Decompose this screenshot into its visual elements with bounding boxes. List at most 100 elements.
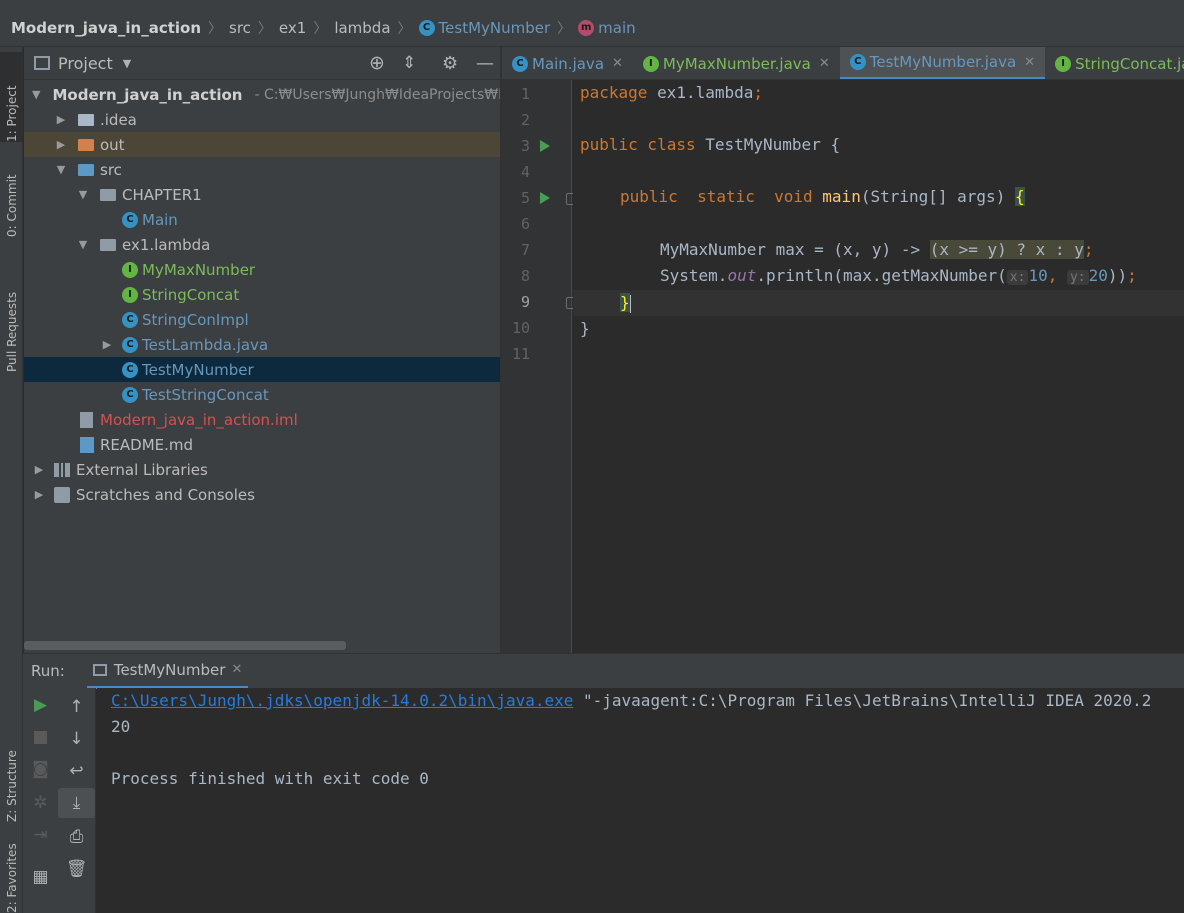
minimize-icon[interactable]: — — [476, 53, 494, 74]
tree-item-label: Main — [142, 210, 178, 229]
project-view-selector[interactable]: Project — [58, 54, 113, 73]
chevron-right-icon[interactable]: ▶ — [32, 463, 46, 476]
soft-wrap-icon[interactable]: ↩ — [58, 756, 95, 786]
line-number: 4 — [520, 163, 530, 181]
tree-item-root[interactable]: ▼ Modern_java_in_action - C:₩Users₩Jungh… — [24, 82, 501, 107]
runnable-class-icon: C — [122, 361, 138, 378]
line-number: 5 — [520, 189, 530, 207]
tree-item-label: StringConImpl — [142, 310, 249, 329]
module-file-icon — [80, 411, 93, 428]
chevron-down-icon[interactable]: ▼ — [123, 57, 131, 70]
tree-item-teststringconcat[interactable]: C TestStringConcat — [24, 382, 501, 407]
collapse-all-icon[interactable]: ⇕ — [402, 53, 416, 73]
tree-item-src[interactable]: ▼ src — [24, 157, 501, 182]
tree-item-testlambda[interactable]: ▶ C TestLambda.java — [24, 332, 501, 357]
line-number: 8 — [520, 267, 530, 285]
tab-label: Main.java — [532, 54, 605, 73]
tree-item-label: TestMyNumber — [142, 360, 254, 379]
run-method-icon[interactable] — [540, 192, 550, 204]
layout-icon[interactable]: ▦ — [23, 862, 58, 892]
tab-stringconcat-java[interactable]: I StringConcat.java — [1045, 47, 1184, 79]
tree-item-main[interactable]: C Main — [24, 207, 501, 232]
breadcrumb-ex1[interactable]: ex1 — [279, 19, 306, 37]
breadcrumb-lambda[interactable]: lambda — [334, 19, 390, 37]
chevron-right-icon[interactable]: ▶ — [100, 338, 114, 351]
breadcrumb-src[interactable]: src — [229, 19, 251, 37]
breadcrumb-project[interactable]: Modern_java_in_action — [11, 19, 201, 37]
line-number: 2 — [520, 111, 530, 129]
camera-icon[interactable]: ◙ — [23, 754, 58, 784]
chevron-down-icon[interactable]: ▼ — [76, 188, 90, 201]
chevron-right-icon[interactable]: ▶ — [32, 488, 46, 501]
chevron-down-icon[interactable]: ▼ — [32, 88, 40, 101]
tab-mymaxnumber-java[interactable]: I MyMaxNumber.java ✕ — [633, 47, 840, 79]
close-icon[interactable]: ✕ — [1024, 55, 1035, 70]
close-icon[interactable]: ✕ — [231, 662, 242, 677]
package-icon — [100, 238, 116, 251]
tab-pull-requests-tool[interactable]: Pull Requests — [0, 262, 23, 372]
tree-item-scratches[interactable]: ▶ Scratches and Consoles — [24, 482, 501, 507]
excluded-folder-icon — [78, 138, 94, 151]
project-tool-label: 1: Project — [4, 85, 19, 142]
chevron-right-icon[interactable]: ▶ — [54, 113, 68, 126]
tab-project-tool[interactable]: 1: Project — [0, 52, 23, 142]
breadcrumb-class[interactable]: TestMyNumber — [439, 19, 551, 37]
gear-icon[interactable]: ⚙ — [442, 53, 458, 74]
tab-structure-tool[interactable]: Z: Structure — [0, 722, 23, 822]
java-exe-link[interactable]: C:\Users\Jungh\.jdks\openjdk-14.0.2\bin\… — [111, 691, 573, 710]
class-icon: C — [512, 55, 528, 72]
arrow-down-icon[interactable]: ↓ — [58, 724, 95, 754]
run-label: Run: — [31, 662, 65, 680]
tree-item-testmynumber[interactable]: C TestMyNumber — [24, 357, 501, 382]
locate-icon[interactable]: ⊕ — [369, 52, 385, 74]
close-icon[interactable]: ✕ — [612, 56, 623, 71]
run-class-icon[interactable] — [540, 140, 550, 152]
debug-icon[interactable]: ✲ — [23, 788, 58, 818]
run-tab-testmynumber[interactable]: TestMyNumber ✕ — [86, 653, 249, 689]
console-output: 20 — [111, 717, 131, 736]
title-bar-strip — [0, 0, 1184, 9]
tree-item-readme[interactable]: README.md — [24, 432, 501, 457]
interface-icon: I — [1055, 55, 1072, 72]
tab-label: TestMyNumber.java — [869, 53, 1017, 71]
chevron-right-icon: 〉 — [208, 20, 223, 37]
tree-item-stringconcat[interactable]: I StringConcat — [24, 282, 501, 307]
method-icon: m — [578, 19, 595, 36]
code-line-1: package ex1.lambda; — [580, 83, 764, 102]
close-icon[interactable]: ✕ — [819, 56, 830, 71]
breadcrumb-method[interactable]: main — [598, 19, 635, 37]
tree-item-label: External Libraries — [76, 460, 208, 479]
scroll-to-end-icon[interactable]: ⤓ — [58, 788, 95, 818]
project-horizontal-scrollbar[interactable] — [24, 641, 346, 650]
class-icon: C — [122, 311, 138, 328]
trash-icon[interactable]: 🗑 — [58, 854, 95, 884]
tab-commit-tool[interactable]: 0: Commit — [0, 157, 23, 237]
tab-main-java[interactable]: C Main.java ✕ — [502, 47, 633, 79]
tree-item-ex1-lambda[interactable]: ▼ ex1.lambda — [24, 232, 501, 257]
run-console[interactable]: C:\Users\Jungh\.jdks\openjdk-14.0.2\bin\… — [97, 688, 1184, 913]
code-editor[interactable]: package ex1.lambda; public class TestMyN… — [573, 80, 1184, 653]
tab-favorites-tool[interactable]: 2: Favorites — [0, 837, 23, 913]
stop-icon[interactable]: ■ — [23, 722, 58, 752]
arrow-up-icon[interactable]: ↑ — [58, 692, 95, 722]
code-line-5: public static void main(String[] args) { — [620, 187, 1025, 206]
chevron-right-icon[interactable]: ▶ — [54, 138, 68, 151]
class-icon: C — [122, 211, 138, 228]
tree-item-label: src — [100, 160, 122, 179]
tree-item-out[interactable]: ▶ out — [24, 132, 501, 157]
print-icon[interactable]: ⎙ — [58, 822, 95, 852]
tab-testmynumber-java[interactable]: C TestMyNumber.java ✕ — [839, 47, 1046, 79]
rerun-icon[interactable]: ▶ — [23, 690, 58, 720]
exit-icon[interactable]: ⇥ — [23, 820, 58, 850]
chevron-down-icon[interactable]: ▼ — [54, 163, 68, 176]
tree-item-mymaxnumber[interactable]: I MyMaxNumber — [24, 257, 501, 282]
tree-item-stringconimpl[interactable]: C StringConImpl — [24, 307, 501, 332]
chevron-down-icon[interactable]: ▼ — [76, 238, 90, 251]
tree-item-idea[interactable]: ▶ .idea — [24, 107, 501, 132]
library-icon — [54, 462, 70, 477]
project-panel-header: Project ▼ ⊕ ⇕ ⚙ — — [24, 47, 501, 80]
tree-item-iml-file[interactable]: Modern_java_in_action.iml — [24, 407, 501, 432]
tree-item-external-libraries[interactable]: ▶ External Libraries — [24, 457, 501, 482]
parameter-hint-x: x: — [1006, 270, 1029, 285]
tree-item-chapter1[interactable]: ▼ CHAPTER1 — [24, 182, 501, 207]
